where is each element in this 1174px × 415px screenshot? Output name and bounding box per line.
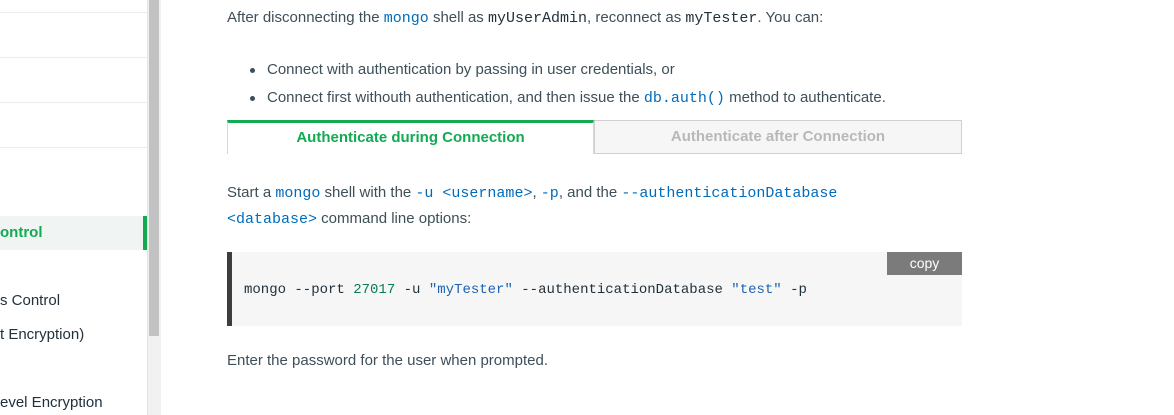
- tab-authenticate-during-connection[interactable]: Authenticate during Connection: [227, 120, 594, 154]
- list-item-text: Connect first withouth authentication, a…: [267, 89, 644, 106]
- sidebar-item-encryption[interactable]: t Encryption): [0, 326, 84, 343]
- copy-button[interactable]: copy: [887, 252, 962, 275]
- sidebar-item-field-level-encryption[interactable]: evel Encryption: [0, 394, 103, 411]
- intro-paragraph: After disconnecting the mongo shell as m…: [227, 9, 823, 27]
- code-number: 27017: [353, 282, 396, 298]
- db-auth-link[interactable]: db.auth(): [644, 90, 725, 107]
- code-line: mongo --port 27017 -u "myTester" --authe…: [244, 282, 807, 298]
- intro-text: , reconnect as: [587, 9, 686, 26]
- sidebar-item-label: ontrol: [0, 224, 43, 241]
- list-item: Connect with authentication by passing i…: [247, 60, 886, 88]
- list-item-text: method to authenticate.: [724, 89, 886, 106]
- code-string: "test": [731, 282, 782, 298]
- inline-code: mongo: [275, 185, 321, 202]
- intro-text: shell as: [428, 9, 488, 26]
- intro-text: . You can:: [757, 9, 824, 26]
- inline-code: mongo: [383, 10, 429, 27]
- sidebar-divider: [0, 12, 147, 13]
- code-token: mongo --port: [244, 282, 354, 298]
- code-token: -u: [395, 282, 429, 298]
- sidebar-divider: [0, 147, 147, 148]
- inline-code: myTester: [685, 10, 758, 27]
- sidebar-item-access-control[interactable]: ontrol: [0, 216, 147, 250]
- inline-code: -u <username>: [415, 185, 533, 202]
- code-token: -p: [781, 282, 807, 298]
- start-text: command line options:: [317, 210, 472, 227]
- sidebar-item-access-control-sub[interactable]: s Control: [0, 292, 60, 309]
- code-token: --authenticationDatabase: [512, 282, 732, 298]
- start-text: , and the: [558, 184, 622, 201]
- start-text: shell with the: [320, 184, 416, 201]
- list-item-text: Connect with authentication by passing i…: [267, 61, 675, 78]
- options-list: Connect with authentication by passing i…: [227, 60, 886, 116]
- sidebar-scrollbar-thumb[interactable]: [149, 0, 159, 336]
- inline-code: myUserAdmin: [487, 10, 588, 27]
- password-prompt-paragraph: Enter the password for the user when pro…: [227, 352, 549, 369]
- sidebar-nav: ontrol s Control t Encryption) evel Encr…: [0, 0, 147, 415]
- inline-code: --authenticationDatabase: [621, 185, 838, 202]
- start-paragraph: Start a mongo shell with the -u <usernam…: [227, 180, 962, 232]
- start-text: ,: [532, 184, 541, 201]
- tab-authenticate-after-connection[interactable]: Authenticate after Connection: [594, 120, 962, 154]
- list-item: Connect first withouth authentication, a…: [247, 88, 886, 116]
- code-string: "myTester": [428, 282, 513, 298]
- code-block: copy mongo --port 27017 -u "myTester" --…: [227, 252, 962, 326]
- sidebar-divider: [0, 102, 147, 103]
- start-text: Start a: [227, 184, 276, 201]
- auth-tabs: Authenticate during Connection Authentic…: [227, 120, 962, 154]
- inline-code: -p: [540, 185, 559, 202]
- inline-code: <database>: [227, 211, 318, 228]
- sidebar-divider: [0, 57, 147, 58]
- intro-text: After disconnecting the: [227, 9, 384, 26]
